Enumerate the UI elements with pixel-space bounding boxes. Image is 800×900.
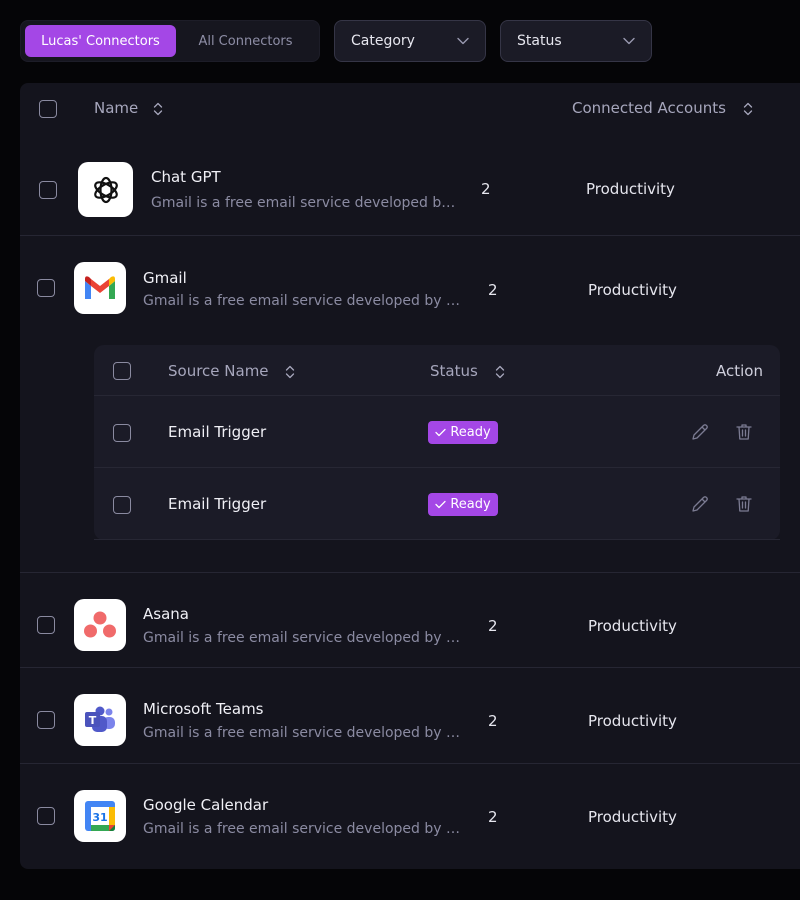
table-row[interactable]: Chat GPT Gmail is a free email service d… xyxy=(20,135,800,236)
select-all-sources-checkbox[interactable] xyxy=(113,362,131,380)
table-row[interactable]: T Microsoft Teams Gmail is a free email … xyxy=(20,668,800,764)
asana-logo-icon xyxy=(74,599,126,651)
source-row-checkbox[interactable] xyxy=(113,424,131,442)
row-description: Gmail is a free email service developed … xyxy=(143,293,465,309)
connector-tabs: Lucas' Connectors All Connectors xyxy=(20,20,320,62)
gmail-logo-icon xyxy=(74,262,126,314)
edit-icon[interactable] xyxy=(690,494,710,514)
status-badge: Ready xyxy=(428,493,498,516)
status-badge: Ready xyxy=(428,421,498,444)
edit-icon[interactable] xyxy=(690,422,710,442)
connected-accounts-count: 2 xyxy=(481,180,491,198)
table-row[interactable]: Asana Gmail is a free email service deve… xyxy=(20,573,800,668)
source-row[interactable]: Email Trigger Ready xyxy=(94,468,780,540)
sources-subtable: Source Name Status Action Email Trigger … xyxy=(94,345,780,540)
category-label: Productivity xyxy=(588,712,677,730)
check-icon xyxy=(435,500,446,509)
row-checkbox[interactable] xyxy=(37,807,55,825)
source-name: Email Trigger xyxy=(168,423,267,441)
row-title: Gmail xyxy=(143,269,187,287)
row-title: Chat GPT xyxy=(151,168,221,186)
chevron-down-icon xyxy=(457,37,469,45)
sort-icon[interactable] xyxy=(743,102,753,116)
trash-icon[interactable] xyxy=(734,494,754,514)
sort-icon[interactable] xyxy=(285,365,295,379)
row-description: Gmail is a free email service developed … xyxy=(143,630,465,646)
tab-lucas-connectors[interactable]: Lucas' Connectors xyxy=(25,25,176,57)
category-label: Productivity xyxy=(588,808,677,826)
chatgpt-logo-icon xyxy=(78,162,133,217)
toolbar: Lucas' Connectors All Connectors Categor… xyxy=(20,20,652,62)
trash-icon[interactable] xyxy=(734,422,754,442)
calendar-logo-date: 31 xyxy=(92,811,107,824)
category-dropdown-label: Category xyxy=(351,33,415,49)
chevron-down-icon xyxy=(623,37,635,45)
row-title: Asana xyxy=(143,605,189,623)
row-title: Microsoft Teams xyxy=(143,700,264,718)
category-dropdown[interactable]: Category xyxy=(334,20,486,62)
category-label: Productivity xyxy=(588,281,677,299)
connected-accounts-count: 2 xyxy=(488,617,498,635)
source-name-column-header[interactable]: Source Name xyxy=(168,362,295,380)
status-dropdown-label: Status xyxy=(517,33,562,49)
tab-all-connectors[interactable]: All Connectors xyxy=(176,25,315,57)
row-checkbox[interactable] xyxy=(39,181,57,199)
category-label: Productivity xyxy=(586,180,675,198)
connected-accounts-column-header[interactable]: Connected Accounts xyxy=(572,99,753,117)
table-row[interactable]: 31 Google Calendar Gmail is a free email… xyxy=(20,764,800,864)
sources-header: Source Name Status Action xyxy=(94,345,780,396)
connected-accounts-count: 2 xyxy=(488,281,498,299)
row-description: Gmail is a free email service developed … xyxy=(143,725,465,741)
google-calendar-logo-icon: 31 xyxy=(74,790,126,842)
row-description: Gmail is a free email service developed … xyxy=(143,821,465,837)
source-name: Email Trigger xyxy=(168,495,267,513)
status-badge-label: Ready xyxy=(450,497,491,512)
svg-text:T: T xyxy=(89,714,97,727)
row-description: Gmail is a free email service developed … xyxy=(151,195,456,211)
status-column-header[interactable]: Status xyxy=(430,362,505,380)
connectors-table: Name Connected Accounts Chat GPT Gmail i… xyxy=(20,83,800,869)
connected-accounts-count: 2 xyxy=(488,808,498,826)
connected-accounts-header-label: Connected Accounts xyxy=(572,99,726,117)
connected-accounts-count: 2 xyxy=(488,712,498,730)
row-checkbox[interactable] xyxy=(37,616,55,634)
status-dropdown[interactable]: Status xyxy=(500,20,652,62)
row-checkbox[interactable] xyxy=(37,279,55,297)
select-all-checkbox[interactable] xyxy=(39,100,57,118)
teams-logo-icon: T xyxy=(74,694,126,746)
status-badge-label: Ready xyxy=(450,425,491,440)
row-checkbox[interactable] xyxy=(37,711,55,729)
source-name-header-label: Source Name xyxy=(168,362,269,380)
source-row[interactable]: Email Trigger Ready xyxy=(94,396,780,468)
source-row-checkbox[interactable] xyxy=(113,496,131,514)
action-column-header: Action xyxy=(716,362,763,380)
name-header-label: Name xyxy=(94,99,139,117)
table-header: Name Connected Accounts xyxy=(20,83,800,135)
check-icon xyxy=(435,428,446,437)
status-header-label: Status xyxy=(430,362,478,380)
category-label: Productivity xyxy=(588,617,677,635)
sort-icon[interactable] xyxy=(153,102,163,116)
name-column-header[interactable]: Name xyxy=(94,99,163,117)
sort-icon[interactable] xyxy=(495,365,505,379)
row-title: Google Calendar xyxy=(143,796,269,814)
